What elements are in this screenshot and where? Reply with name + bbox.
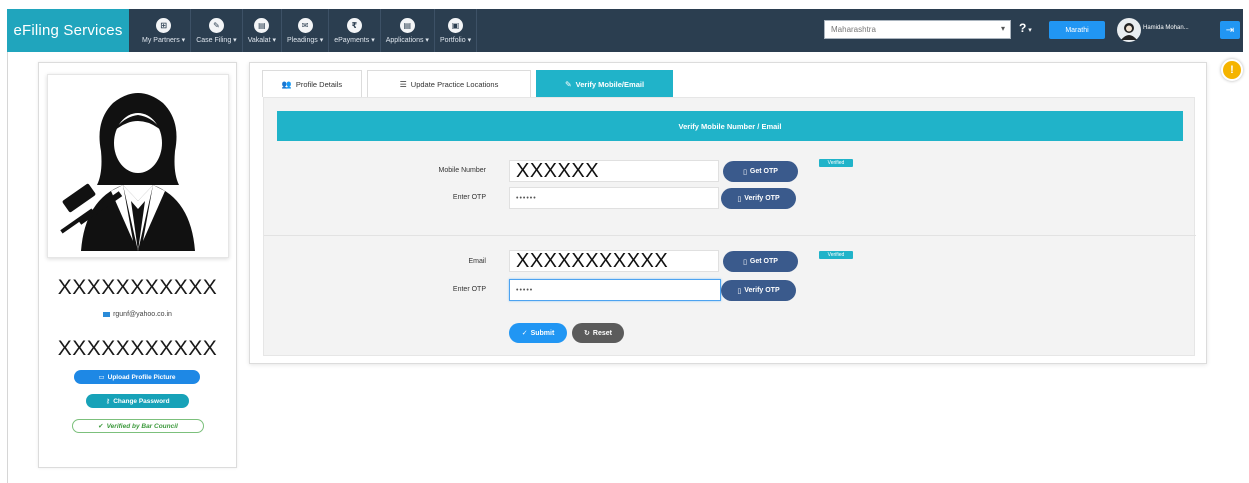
- phone-icon: ▯: [743, 258, 747, 266]
- nav-label: My Partners: [142, 36, 185, 44]
- top-navbar: eFiling Services ⊞ My Partners ✎ Case Fi…: [7, 9, 1243, 52]
- image-icon: ▭: [98, 374, 105, 381]
- nav-item-pleadings[interactable]: ✉ Pleadings: [282, 9, 330, 52]
- help-bulb-icon[interactable]: !: [1221, 59, 1243, 81]
- section-header: Verify Mobile Number / Email: [277, 111, 1183, 141]
- verify-form-panel: Verify Mobile Number / Email Mobile Numb…: [263, 97, 1196, 356]
- phone-icon: ▯: [743, 168, 747, 176]
- nav-label: Case Filing: [196, 36, 236, 44]
- tab-label: Verify Mobile/Email: [575, 79, 645, 89]
- page-border: [7, 52, 8, 483]
- profile-card: XXXXXXXXXXX rgunf@yahoo.co.in XXXXXXXXXX…: [38, 62, 237, 468]
- change-password-button[interactable]: ⚷ Change Password: [86, 394, 189, 408]
- tab-profile-details[interactable]: 👥 Profile Details: [262, 70, 362, 97]
- reset-label: Reset: [592, 329, 612, 337]
- main-panel: 👥 Profile Details ☰ Update Practice Locati…: [249, 62, 1207, 364]
- document-icon: ▤: [254, 17, 270, 33]
- inbox-icon: ✉: [297, 17, 313, 33]
- nav-item-vakalat[interactable]: ▤ Vakalat: [243, 9, 282, 52]
- mobile-otp-label: Enter OTP: [452, 194, 486, 201]
- nav-item-case-filing[interactable]: ✎ Case Filing: [191, 9, 243, 52]
- upload-profile-picture-button[interactable]: ▭ Upload Profile Picture: [74, 370, 200, 384]
- nav-item-applications[interactable]: ▤ Applications: [381, 9, 435, 52]
- chevron-down-icon: ▾: [1000, 24, 1005, 33]
- submit-button[interactable]: ✓ Submit: [509, 323, 567, 343]
- nav-item-my-partners[interactable]: ⊞ My Partners: [137, 9, 192, 52]
- profile-id: XXXXXXXXXXX: [57, 337, 218, 360]
- get-otp-label: Get OTP: [749, 258, 778, 265]
- profile-name: XXXXXXXXXXX: [57, 276, 218, 299]
- email-label: Email: [468, 258, 486, 265]
- email-otp-label: Enter OTP: [452, 286, 486, 293]
- check-icon: ✔: [98, 423, 104, 430]
- lawyer-avatar-icon: [60, 93, 195, 251]
- verified-bar-council-badge: ✔ Verified by Bar Council: [72, 419, 204, 433]
- nav-label: Applications: [386, 36, 429, 44]
- pencil-icon: ✎: [208, 17, 224, 33]
- email-get-otp-button[interactable]: ▯ Get OTP: [723, 251, 798, 272]
- chevron-down-icon: ▾: [1026, 27, 1032, 34]
- refresh-icon: ↻: [584, 330, 590, 337]
- mobile-otp-input[interactable]: ••••••: [509, 187, 719, 209]
- user-avatar[interactable]: [1117, 18, 1141, 42]
- language-button[interactable]: Marathi: [1049, 21, 1105, 39]
- check-icon: ✓: [521, 330, 528, 337]
- user-avatar-icon: [1121, 23, 1137, 40]
- change-password-label: Change Password: [113, 397, 170, 405]
- list-icon: ☰: [399, 79, 407, 89]
- nav-label: Vakalat: [248, 36, 276, 44]
- mobile-number-label: Mobile Number: [438, 167, 486, 174]
- key-icon: ⚷: [105, 398, 111, 405]
- mobile-verified-badge: Verified: [819, 159, 853, 167]
- profile-tabs: 👥 Profile Details ☰ Update Practice Locati…: [262, 70, 678, 97]
- rupee-icon: ₹: [346, 17, 362, 33]
- email-verified-badge: Verified: [819, 251, 853, 259]
- submit-label: Submit: [530, 329, 555, 337]
- user-group-icon: 👥: [281, 79, 292, 89]
- nav-label: Portfolio: [440, 36, 471, 44]
- nav-item-epayments[interactable]: ₹ ePayments: [329, 9, 381, 52]
- upload-label: Upload Profile Picture: [107, 373, 176, 381]
- logout-icon[interactable]: ⇥: [1220, 21, 1240, 39]
- profile-picture: [47, 74, 229, 258]
- section-divider: [264, 235, 1196, 236]
- state-select-value: Maharashtra: [831, 25, 876, 34]
- verify-otp-label: Verify OTP: [744, 195, 780, 202]
- phone-icon: ▯: [737, 195, 742, 203]
- mobile-get-otp-button[interactable]: ▯ Get OTP: [723, 161, 798, 182]
- email-otp-input[interactable]: •••••: [509, 279, 721, 301]
- nav-label: Pleadings: [287, 36, 323, 44]
- tab-update-practice-locations[interactable]: ☰ Update Practice Locations: [367, 70, 531, 97]
- help-dropdown[interactable]: ? ▾: [1019, 21, 1032, 35]
- mobile-verify-otp-button[interactable]: ▯ Verify OTP: [721, 188, 796, 209]
- verified-label: Verified by Bar Council: [106, 422, 178, 430]
- email-verify-otp-button[interactable]: ▯ Verify OTP: [721, 280, 796, 301]
- nav-item-portfolio[interactable]: ▣ Portfolio: [435, 9, 478, 52]
- mobile-number-field[interactable]: XXXXXX: [509, 160, 719, 182]
- nav-menu: ⊞ My Partners ✎ Case Filing ▤ Vakalat ✉ …: [137, 9, 478, 52]
- briefcase-icon: ▣: [448, 17, 464, 33]
- envelope-icon: [103, 311, 111, 317]
- email-field[interactable]: XXXXXXXXXXX: [509, 250, 719, 272]
- partners-icon: ⊞: [156, 17, 172, 33]
- verify-otp-label: Verify OTP: [744, 287, 780, 294]
- brand-logo[interactable]: eFiling Services: [7, 9, 129, 52]
- phone-icon: ▯: [737, 287, 742, 295]
- tab-verify-mobile-email[interactable]: ✎ Verify Mobile/Email: [536, 70, 673, 97]
- profile-email-text: rgunf@yahoo.co.in: [113, 311, 172, 318]
- get-otp-label: Get OTP: [749, 168, 778, 175]
- tab-label: Profile Details: [295, 79, 343, 89]
- file-icon: ▤: [399, 17, 415, 33]
- tab-label: Update Practice Locations: [410, 79, 499, 89]
- profile-email: rgunf@yahoo.co.in: [39, 311, 236, 318]
- nav-label: ePayments: [334, 36, 375, 44]
- pencil-icon: ✎: [564, 79, 572, 89]
- reset-button[interactable]: ↻ Reset: [572, 323, 624, 343]
- state-select[interactable]: Maharashtra ▾: [824, 20, 1011, 39]
- user-name[interactable]: Hamida Mohan...: [1143, 25, 1189, 31]
